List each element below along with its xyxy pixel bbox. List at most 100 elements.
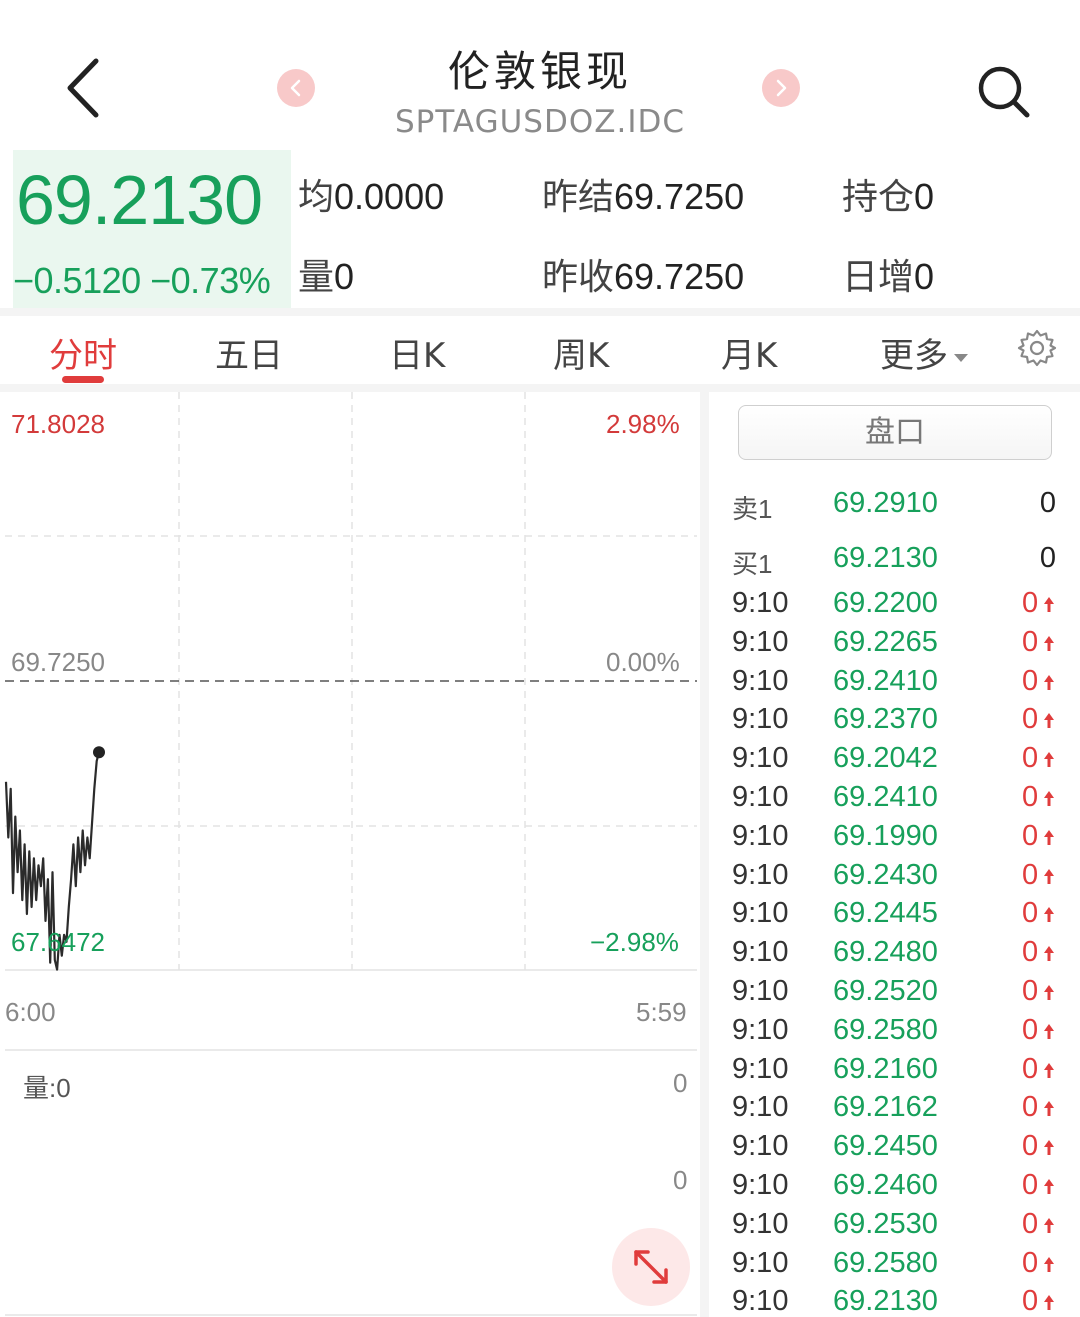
volume-stat: 量0 <box>298 248 354 300</box>
volume-label: 量:0 <box>23 1073 71 1103</box>
tick-price: 69.2480 <box>833 936 938 969</box>
tick-row: 9:10 69.2580 0 <box>732 1247 1072 1285</box>
tick-time: 9:10 <box>732 781 789 813</box>
tick-row: 9:10 69.2370 0 <box>732 703 1072 741</box>
tick-row: 9:10 69.1990 0 <box>732 820 1072 858</box>
tick-volume: 0 <box>1022 625 1039 658</box>
arrow-up-icon <box>1044 635 1054 651</box>
tick-row: 9:10 69.2530 0 <box>732 1208 1072 1246</box>
ask-row: 卖1 69.2910 0 <box>732 485 1062 525</box>
tick-row: 9:10 69.2410 0 <box>732 781 1072 819</box>
expand-icon <box>634 1250 668 1284</box>
bid-price: 69.2130 <box>833 542 938 574</box>
arrow-up-icon <box>1044 1140 1054 1156</box>
tick-volume: 0 <box>1022 587 1039 619</box>
arrow-up-icon <box>1044 868 1054 884</box>
arrow-up-icon <box>1044 1179 1054 1194</box>
tick-volume: 0 <box>1022 897 1039 930</box>
prev-close-stat: 昨收69.7250 <box>542 248 744 300</box>
open-interest-stat: 持仓0 <box>842 168 934 220</box>
avg-price-value: 0.0000 <box>334 176 445 217</box>
arrow-up-icon <box>1044 674 1054 690</box>
tick-volume: 0 <box>1022 664 1039 697</box>
tick-price: 69.2370 <box>833 703 938 736</box>
tab-intraday[interactable]: 分时 <box>49 328 117 377</box>
tick-time: 9:10 <box>732 1285 789 1317</box>
search-button[interactable] <box>972 60 1034 122</box>
arrow-up-icon <box>1044 791 1054 806</box>
price-change: −0.5120 −0.73% <box>13 260 271 301</box>
tick-row: 9:10 69.2265 0 <box>732 626 1072 664</box>
tick-row: 9:10 69.2480 0 <box>732 936 1072 974</box>
arrow-up-icon <box>1044 1101 1054 1117</box>
chart-tabs: 分时 五日 日K 周K 月K 更多 <box>0 316 1080 386</box>
tick-time: 9:10 <box>732 936 789 969</box>
chevron-right-icon <box>776 79 787 97</box>
ask-price: 69.2910 <box>833 487 938 519</box>
tick-row: 9:10 69.2162 0 <box>732 1091 1072 1129</box>
tick-row: 9:10 69.2410 0 <box>732 665 1072 703</box>
tab-weekly-k[interactable]: 周K <box>553 328 609 377</box>
axis-pct-mid: 0.00% <box>606 647 680 677</box>
arrow-up-icon <box>1044 1256 1054 1272</box>
tick-time: 9:10 <box>732 1169 789 1201</box>
tick-time: 9:10 <box>732 587 789 619</box>
tick-volume: 0 <box>1022 1285 1039 1317</box>
tick-volume: 0 <box>1022 1013 1039 1046</box>
tick-row: 9:10 69.2130 0 <box>732 1285 1072 1317</box>
volume-axis-top: 0 <box>673 1068 688 1098</box>
order-book-button[interactable]: 盘口 <box>738 405 1052 460</box>
tab-daily-k[interactable]: 日K <box>389 328 445 377</box>
tick-row: 9:10 69.2445 0 <box>732 897 1072 935</box>
ask-volume: 0 <box>1039 487 1056 519</box>
tick-price: 69.2530 <box>833 1207 938 1240</box>
tick-price: 69.2580 <box>833 1013 938 1046</box>
tick-price: 69.2520 <box>833 975 938 1007</box>
arrow-up-icon <box>1044 1295 1054 1311</box>
prev-close-value: 69.7250 <box>614 256 745 297</box>
tick-price: 69.1990 <box>833 819 938 852</box>
daily-increase-stat: 日增0 <box>842 248 934 300</box>
tick-price: 69.2130 <box>833 1285 938 1317</box>
tick-price: 69.2450 <box>833 1130 938 1163</box>
panel-divider <box>700 392 709 1317</box>
tick-volume: 0 <box>1022 819 1039 852</box>
daily-increase-label: 日增 <box>842 256 915 297</box>
tick-volume: 0 <box>1022 975 1039 1007</box>
tick-price: 69.2445 <box>833 897 938 930</box>
tab-more[interactable]: 更多 <box>880 328 968 377</box>
tab-five-day[interactable]: 五日 <box>215 328 283 377</box>
tick-price: 69.2162 <box>833 1091 938 1124</box>
intraday-chart[interactable] <box>0 392 700 1317</box>
next-instrument-button[interactable] <box>762 69 800 107</box>
tick-price: 69.2460 <box>833 1169 938 1201</box>
open-interest-value: 0 <box>914 176 935 217</box>
gear-icon <box>1017 329 1057 367</box>
arrow-up-icon <box>1044 597 1054 612</box>
tick-price: 69.2265 <box>833 625 938 658</box>
tick-price: 69.2042 <box>833 742 938 775</box>
arrow-up-icon <box>1044 985 1054 1000</box>
tick-time: 9:10 <box>732 1130 789 1163</box>
tick-price: 69.2580 <box>833 1246 938 1279</box>
axis-price-low: 67.6472 <box>11 927 105 957</box>
tick-time: 9:10 <box>732 1052 789 1085</box>
arrow-up-icon <box>1044 907 1054 923</box>
section-divider <box>0 308 1080 316</box>
tab-monthly-k[interactable]: 月K <box>721 328 777 377</box>
tick-time: 9:10 <box>732 858 789 891</box>
last-price-dot <box>93 746 105 759</box>
tick-row: 9:10 69.2042 0 <box>732 742 1072 780</box>
section-divider <box>0 384 1080 392</box>
tick-volume: 0 <box>1022 1052 1039 1085</box>
bid-volume: 0 <box>1039 542 1056 574</box>
prev-settle-label: 昨结 <box>542 176 615 217</box>
price-block: 69.2130 −0.5120 −0.73% <box>13 150 291 308</box>
tick-time: 9:10 <box>732 897 789 930</box>
bid-row: 买1 69.2130 0 <box>732 540 1062 580</box>
fullscreen-button[interactable] <box>612 1228 690 1306</box>
tick-time: 9:10 <box>732 625 789 658</box>
chart-settings-button[interactable] <box>1017 328 1057 368</box>
header: 伦敦银现 SPTAGUSDOZ.IDC <box>0 0 1080 150</box>
tick-price: 69.2160 <box>833 1052 938 1085</box>
